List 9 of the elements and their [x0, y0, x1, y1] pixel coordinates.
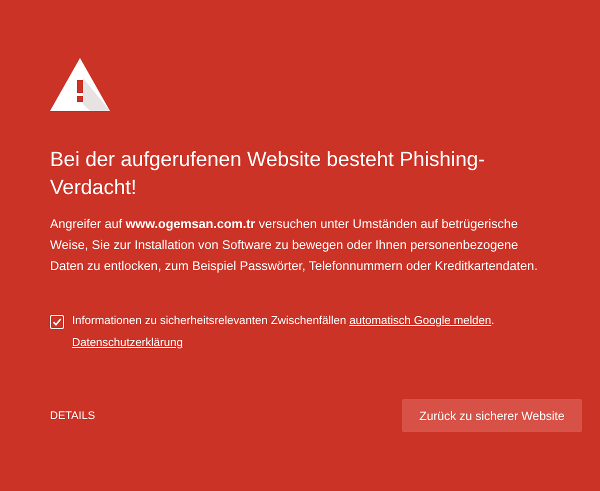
warning-icon — [50, 58, 110, 111]
warning-heading: Bei der aufgerufenen Website besteht Phishing-Verdacht! — [50, 147, 486, 201]
report-checkbox[interactable] — [50, 315, 64, 329]
report-consent-text: Informationen zu sicherheitsrelevanten Zwischenfällen automatisch Google melden. — [72, 314, 494, 329]
details-button[interactable]: DETAILS — [50, 410, 96, 422]
back-to-safety-button[interactable]: Zurück zu sicherer Website — [402, 399, 582, 432]
privacy-link[interactable]: Datenschutzerklärung — [72, 335, 183, 351]
report-link[interactable]: automatisch Google melden — [349, 315, 492, 327]
warning-message: Angreifer auf www.ogemsan.com.tr versuchen unter Umständen auf betrügerische Weise, Sie zur Installation von Software zu bewegen oder Ihnen personenbezogene Daten zu entlocken, zum Beispiel Passwörter, Telefonnummern oder Kreditkartendaten. — [50, 216, 539, 275]
